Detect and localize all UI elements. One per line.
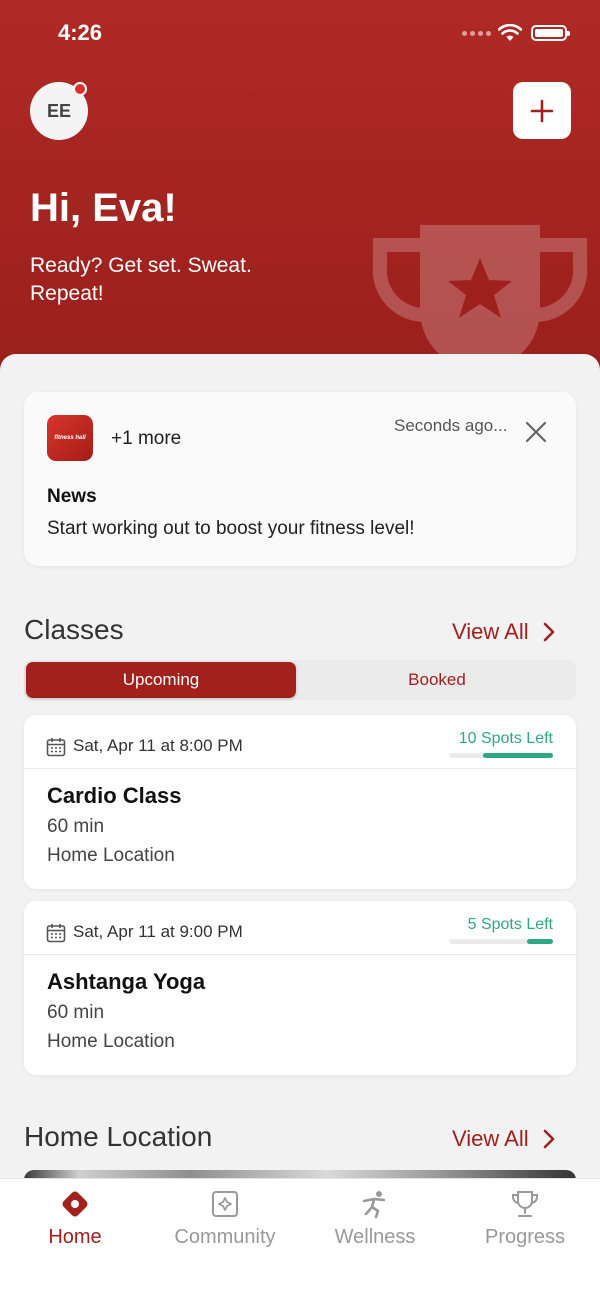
status-bar: 4:26 xyxy=(0,20,600,50)
more-count: +1 more xyxy=(111,428,182,449)
home-location-title: Home Location xyxy=(24,1121,213,1152)
notification-dot xyxy=(73,82,87,96)
calendar-icon xyxy=(46,924,66,943)
tab-label: Progress xyxy=(484,1226,566,1248)
home-location-view-all-link[interactable]: View All xyxy=(452,1126,555,1152)
tab-progress[interactable]: Progress xyxy=(450,1179,600,1259)
class-card[interactable]: Sat, Apr 11 at 9:00 PM 5 Spots Left Asht… xyxy=(24,901,576,1075)
class-date: Sat, Apr 11 at 9:00 PM xyxy=(73,922,243,941)
classes-segmented-control: Upcoming Booked xyxy=(24,660,576,700)
home-icon xyxy=(62,1191,88,1217)
header-banner: 4:26 EE Hi, Eva! Ready? Get set. Sweat. … xyxy=(0,0,600,380)
timestamp: Seconds ago... xyxy=(394,416,508,435)
calendar-icon xyxy=(46,738,66,757)
news-notification-card[interactable]: fitness hall +1 more Seconds ago... News… xyxy=(24,392,576,566)
tagline: Ready? Get set. Sweat. Repeat! xyxy=(30,254,252,305)
class-duration: 60 min xyxy=(47,1002,105,1023)
tab-upcoming[interactable]: Upcoming xyxy=(26,662,296,698)
class-name: Ashtanga Yoga xyxy=(47,969,206,994)
battery-icon xyxy=(531,25,570,41)
view-all-label: View All xyxy=(452,1126,529,1151)
tab-label: Community xyxy=(174,1226,276,1248)
divider xyxy=(24,768,576,769)
class-duration: 60 min xyxy=(47,816,105,837)
tab-community[interactable]: Community xyxy=(150,1179,300,1259)
community-icon xyxy=(212,1191,238,1217)
spots-left: 5 Spots Left xyxy=(467,916,553,933)
bottom-tab-bar: Home Community Wellness Progress xyxy=(0,1178,600,1299)
greeting: Hi, Eva! xyxy=(30,186,177,230)
classes-title: Classes xyxy=(24,614,124,645)
news-body: Start working out to boost your fitness … xyxy=(47,518,415,539)
class-date: Sat, Apr 11 at 8:00 PM xyxy=(73,736,243,755)
class-name: Cardio Class xyxy=(47,783,182,808)
tab-booked[interactable]: Booked xyxy=(300,662,574,698)
classes-view-all-link[interactable]: View All xyxy=(452,619,555,645)
wifi-icon xyxy=(498,24,522,41)
spots-progress-fill xyxy=(527,939,553,944)
news-title: News xyxy=(47,486,97,507)
spots-progress-fill xyxy=(483,753,553,758)
divider xyxy=(24,954,576,955)
spots-progress-bar xyxy=(449,753,553,758)
spots-left: 10 Spots Left xyxy=(458,730,553,747)
app-icon: fitness hall xyxy=(47,415,93,461)
tab-label: Wellness xyxy=(334,1226,416,1248)
chevron-right-icon xyxy=(543,1129,554,1149)
class-location: Home Location xyxy=(47,1031,175,1052)
status-time: 4:26 xyxy=(58,20,103,45)
close-icon[interactable] xyxy=(524,420,548,444)
chevron-right-icon xyxy=(543,622,554,642)
tab-wellness[interactable]: Wellness xyxy=(300,1179,450,1259)
trophy-icon xyxy=(512,1191,538,1217)
spots-progress-bar xyxy=(449,939,553,944)
wellness-icon xyxy=(362,1191,386,1219)
signal-icon xyxy=(462,31,491,36)
class-card[interactable]: Sat, Apr 11 at 8:00 PM 10 Spots Left Car… xyxy=(24,715,576,889)
class-location: Home Location xyxy=(47,845,175,866)
add-button[interactable] xyxy=(513,82,571,139)
tab-label: Home xyxy=(48,1226,102,1248)
plus-icon xyxy=(530,99,554,122)
view-all-label: View All xyxy=(452,619,529,644)
tab-home[interactable]: Home xyxy=(0,1179,150,1259)
